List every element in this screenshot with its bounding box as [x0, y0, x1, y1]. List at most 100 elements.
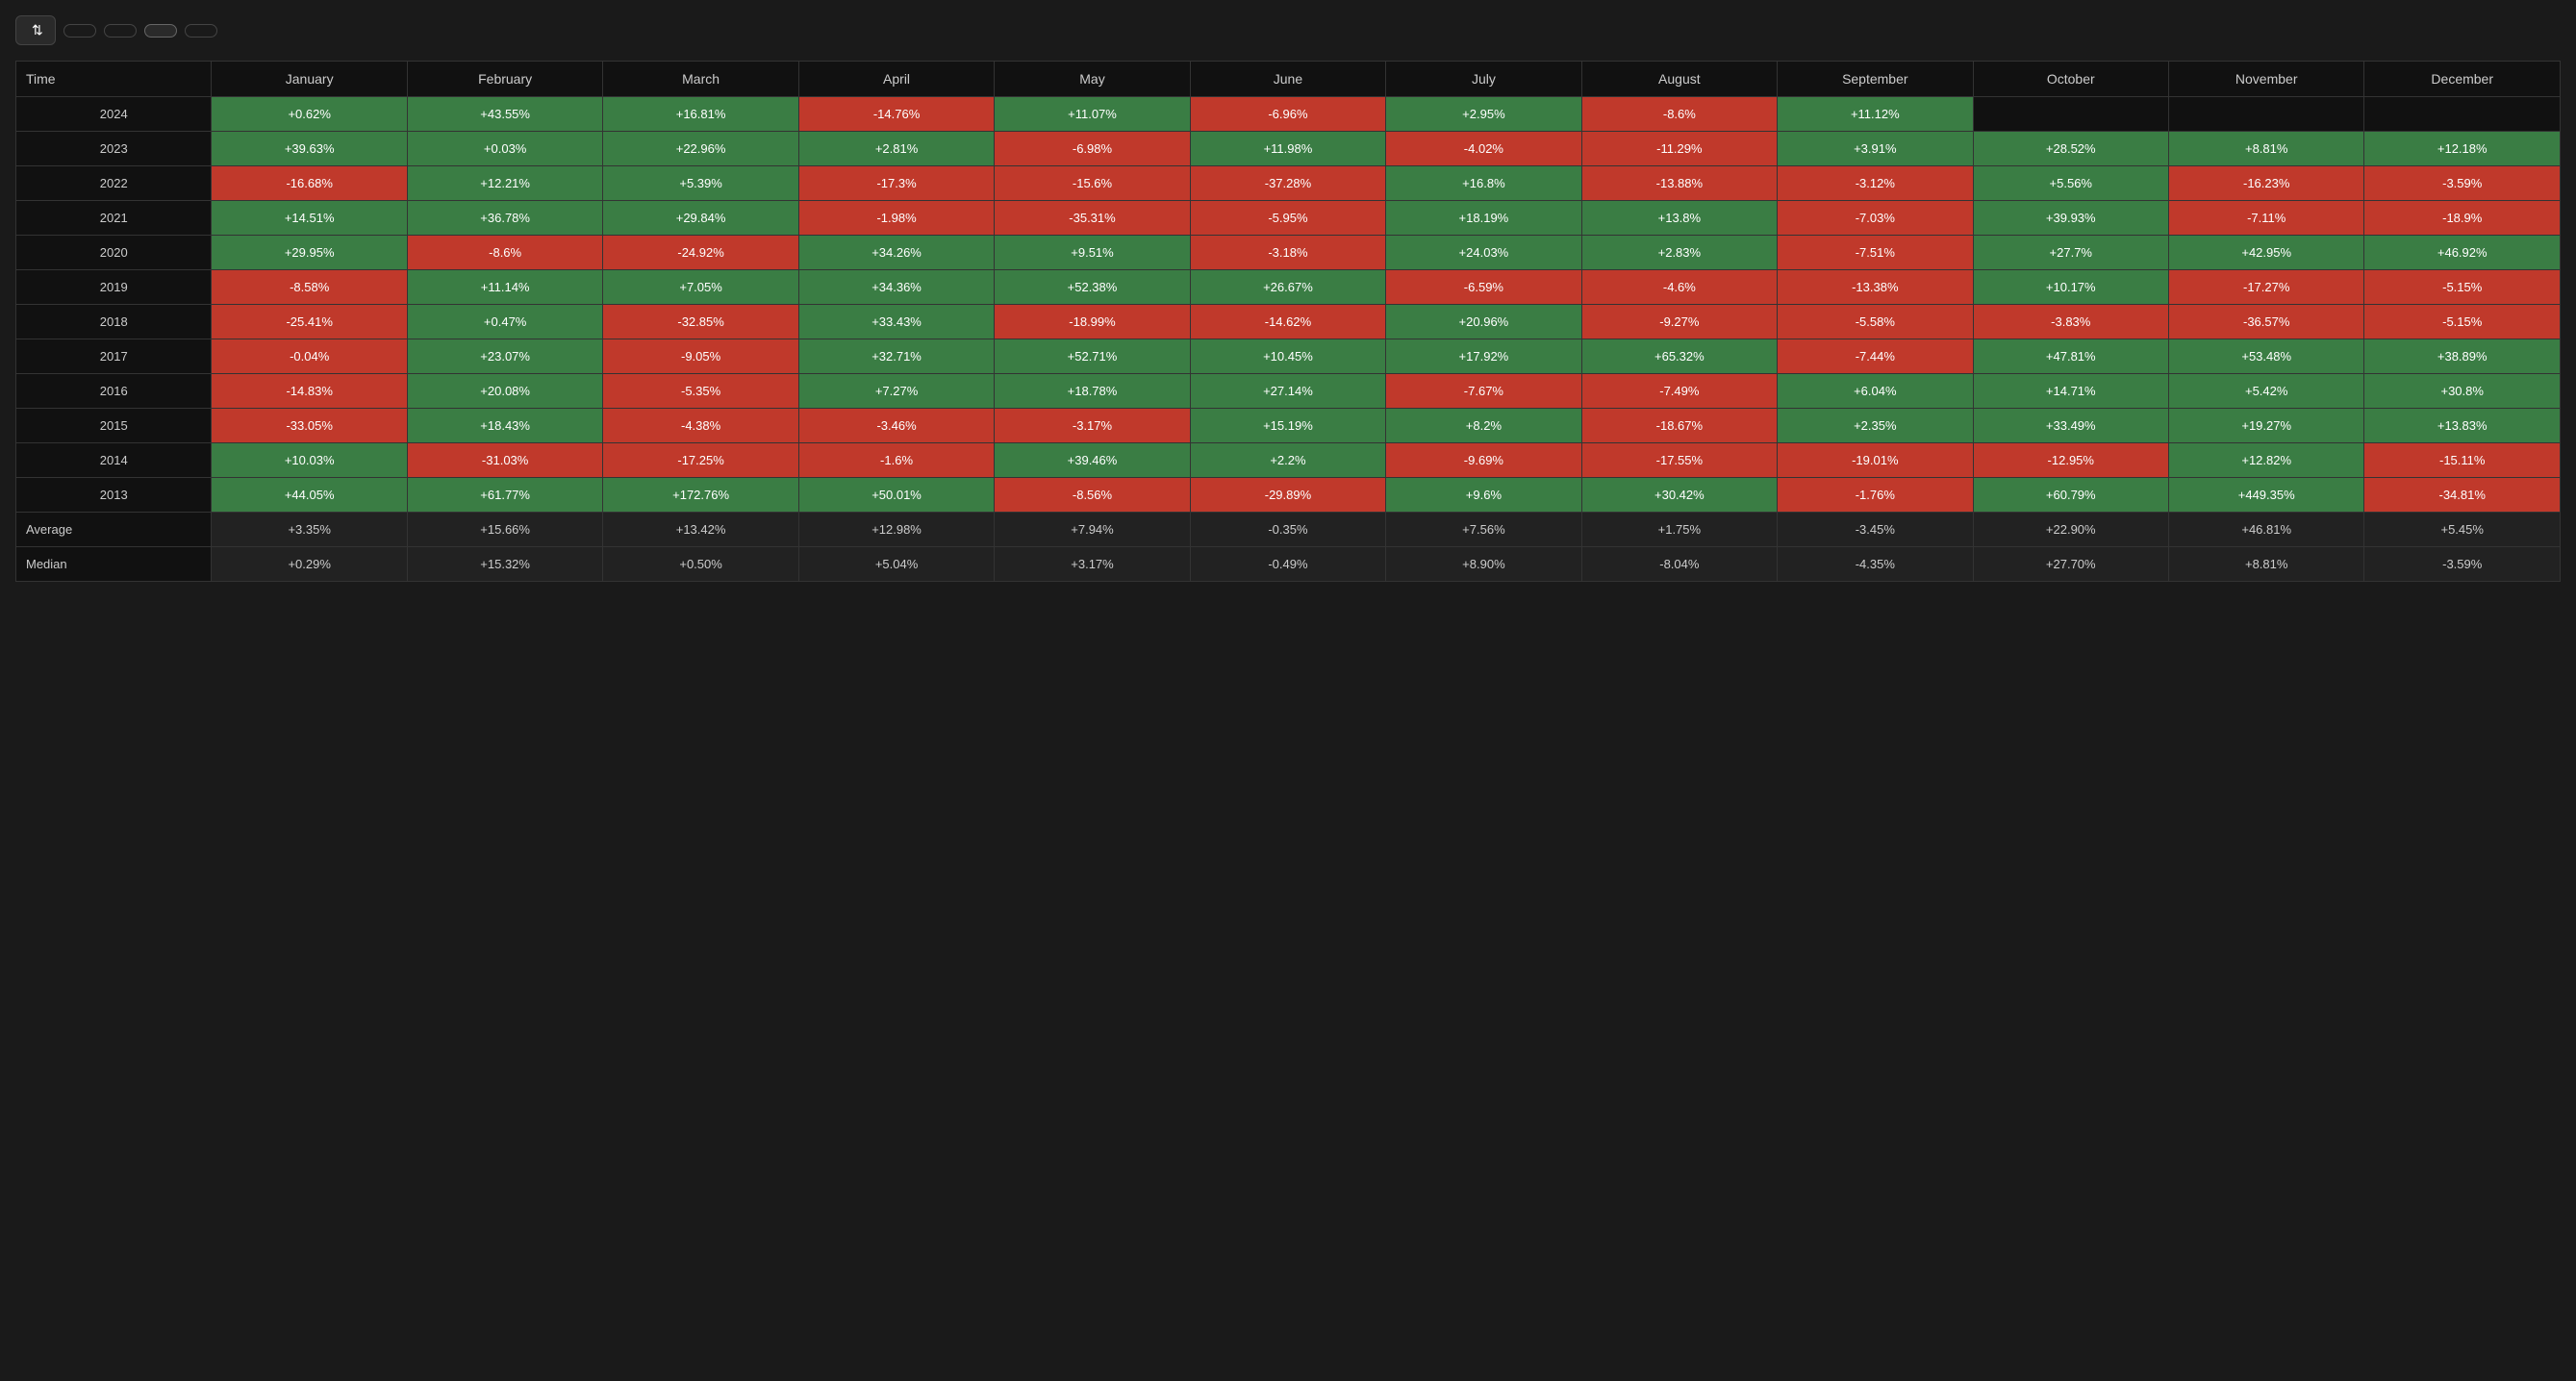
value-cell: -9.69% [1386, 443, 1581, 478]
table-row: 2014+10.03%-31.03%-17.25%-1.6%+39.46%+2.… [16, 443, 2561, 478]
value-cell: -7.67% [1386, 374, 1581, 409]
value-cell: +38.89% [2364, 339, 2561, 374]
value-cell: +10.17% [1973, 270, 2168, 305]
value-cell: +33.43% [798, 305, 994, 339]
value-cell: +39.63% [212, 132, 407, 166]
value-cell: +27.7% [1973, 236, 2168, 270]
value-cell: -6.59% [1386, 270, 1581, 305]
table-body: 2024+0.62%+43.55%+16.81%-14.76%+11.07%-6… [16, 97, 2561, 582]
value-cell: +8.2% [1386, 409, 1581, 443]
value-cell: -18.67% [1581, 409, 1777, 443]
table-header: TimeJanuaryFebruaryMarchAprilMayJuneJuly… [16, 62, 2561, 97]
value-cell: +29.84% [603, 201, 798, 236]
value-cell: -17.3% [798, 166, 994, 201]
table-row: 2023+39.63%+0.03%+22.96%+2.81%-6.98%+11.… [16, 132, 2561, 166]
value-cell: -5.35% [603, 374, 798, 409]
year-cell: 2014 [16, 443, 212, 478]
value-cell: +8.81% [2168, 132, 2363, 166]
tab-quarterly[interactable] [185, 24, 217, 38]
value-cell: -7.51% [1778, 236, 1973, 270]
value-cell: +47.81% [1973, 339, 2168, 374]
average-value: +1.75% [1581, 513, 1777, 547]
value-cell: -7.44% [1778, 339, 1973, 374]
value-cell: +36.78% [407, 201, 602, 236]
value-cell: +53.48% [2168, 339, 2363, 374]
year-cell: 2020 [16, 236, 212, 270]
value-cell: +52.38% [995, 270, 1190, 305]
value-cell: +34.36% [798, 270, 994, 305]
value-cell: +7.27% [798, 374, 994, 409]
average-value: -0.35% [1190, 513, 1385, 547]
col-header-december: December [2364, 62, 2561, 97]
value-cell: +42.95% [2168, 236, 2363, 270]
value-cell: +18.43% [407, 409, 602, 443]
median-value: +5.04% [798, 547, 994, 582]
asset-selector[interactable]: ⇅ [15, 15, 56, 45]
tab-weekly[interactable] [104, 24, 137, 38]
value-cell: -1.76% [1778, 478, 1973, 513]
value-cell: +0.47% [407, 305, 602, 339]
col-header-november: November [2168, 62, 2363, 97]
table-row: 2022-16.68%+12.21%+5.39%-17.3%-15.6%-37.… [16, 166, 2561, 201]
average-value: +46.81% [2168, 513, 2363, 547]
value-cell: -4.38% [603, 409, 798, 443]
value-cell: +32.71% [798, 339, 994, 374]
value-cell: +23.07% [407, 339, 602, 374]
value-cell: +17.92% [1386, 339, 1581, 374]
value-cell: -17.25% [603, 443, 798, 478]
value-cell: -8.6% [407, 236, 602, 270]
table-row: 2018-25.41%+0.47%-32.85%+33.43%-18.99%-1… [16, 305, 2561, 339]
value-cell: +7.05% [603, 270, 798, 305]
value-cell: +3.91% [1778, 132, 1973, 166]
value-cell: +29.95% [212, 236, 407, 270]
value-cell: -3.17% [995, 409, 1190, 443]
value-cell: -37.28% [1190, 166, 1385, 201]
value-cell: -11.29% [1581, 132, 1777, 166]
median-value: -0.49% [1190, 547, 1385, 582]
average-value: +22.90% [1973, 513, 2168, 547]
value-cell: +43.55% [407, 97, 602, 132]
col-header-september: September [1778, 62, 1973, 97]
value-cell: +30.8% [2364, 374, 2561, 409]
median-label: Median [16, 547, 212, 582]
col-header-march: March [603, 62, 798, 97]
value-cell: -14.62% [1190, 305, 1385, 339]
median-value: +0.50% [603, 547, 798, 582]
year-cell: 2021 [16, 201, 212, 236]
value-cell: +2.2% [1190, 443, 1385, 478]
value-cell: -17.27% [2168, 270, 2363, 305]
col-header-february: February [407, 62, 602, 97]
value-cell: -19.01% [1778, 443, 1973, 478]
median-value: +3.17% [995, 547, 1190, 582]
value-cell: +14.71% [1973, 374, 2168, 409]
value-cell: -16.23% [2168, 166, 2363, 201]
value-cell: +65.32% [1581, 339, 1777, 374]
value-cell [2364, 97, 2561, 132]
value-cell: -14.76% [798, 97, 994, 132]
value-cell: -18.9% [2364, 201, 2561, 236]
tab-daily[interactable] [63, 24, 96, 38]
value-cell: +46.92% [2364, 236, 2561, 270]
average-value: +12.98% [798, 513, 994, 547]
col-header-august: August [1581, 62, 1777, 97]
average-value: +7.94% [995, 513, 1190, 547]
value-cell: -25.41% [212, 305, 407, 339]
value-cell: +30.42% [1581, 478, 1777, 513]
value-cell: -8.58% [212, 270, 407, 305]
value-cell: +28.52% [1973, 132, 2168, 166]
value-cell: +18.78% [995, 374, 1190, 409]
year-cell: 2015 [16, 409, 212, 443]
tab-monthly[interactable] [144, 24, 177, 38]
value-cell: +10.03% [212, 443, 407, 478]
value-cell: +12.82% [2168, 443, 2363, 478]
table-row: 2021+14.51%+36.78%+29.84%-1.98%-35.31%-5… [16, 201, 2561, 236]
median-value: -8.04% [1581, 547, 1777, 582]
value-cell: +11.14% [407, 270, 602, 305]
value-cell: -6.96% [1190, 97, 1385, 132]
value-cell: +11.98% [1190, 132, 1385, 166]
year-cell: 2013 [16, 478, 212, 513]
value-cell: -5.95% [1190, 201, 1385, 236]
value-cell: +13.83% [2364, 409, 2561, 443]
value-cell: +20.08% [407, 374, 602, 409]
value-cell: -36.57% [2168, 305, 2363, 339]
